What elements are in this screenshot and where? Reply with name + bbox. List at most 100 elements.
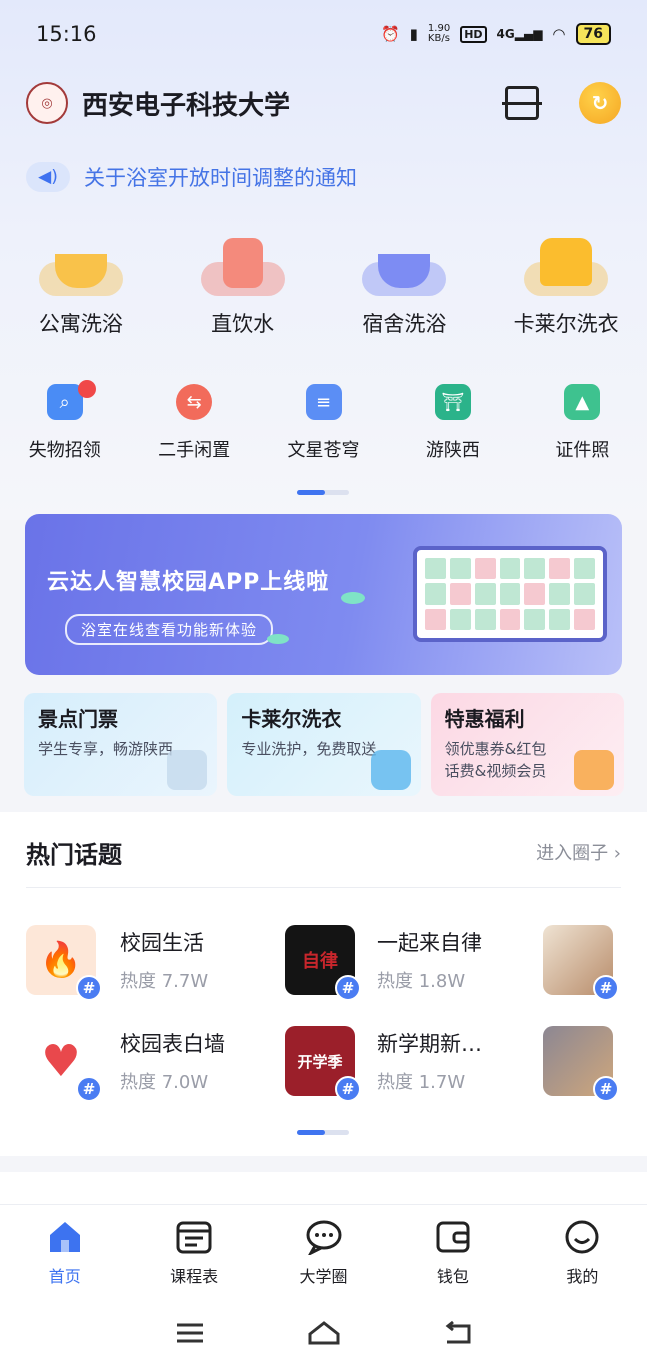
hashtag-icon: # xyxy=(76,975,102,1001)
battery-indicator: 76 xyxy=(575,23,611,45)
system-navigation-bar xyxy=(0,1294,647,1371)
banner-illustration xyxy=(413,546,607,642)
vibrate-icon: ▮ xyxy=(409,25,418,43)
service-drinking-water[interactable]: 直饮水 xyxy=(162,232,324,342)
service-wenxing[interactable]: ≡ 文星苍穹 xyxy=(259,384,388,474)
promo-card-laundry[interactable]: 卡莱尔洗衣 专业洗护，免费取送 xyxy=(227,693,421,796)
topics-title: 热门话题 xyxy=(26,840,122,869)
alarm-icon: ⏰ xyxy=(380,25,400,43)
enter-circle-link[interactable]: 进入圈子 › xyxy=(536,839,621,865)
promo-cards: 景点门票 学生专享，畅游陕西 卡莱尔洗衣 专业洗护，免费取送 特惠福利 领优惠券… xyxy=(24,693,624,796)
topic-heat: 热度 1.7W xyxy=(377,1072,466,1093)
secondary-services-grid: ⌕ 失物招领 ⇆ 二手闲置 ≡ 文星苍穹 ⛩ 游陕西 ▲ 证件照 xyxy=(0,380,647,474)
schedule-icon xyxy=(176,1221,212,1254)
tab-home[interactable]: 首页 xyxy=(0,1205,129,1294)
home-nav-icon[interactable] xyxy=(307,1320,341,1346)
topic-item[interactable]: 开学季 # 新学期新… 热度 1.7W xyxy=(285,1026,482,1102)
washing-machine-icon xyxy=(370,750,411,790)
topic-heat: 热度 7.0W xyxy=(120,1072,209,1093)
wallet-icon xyxy=(436,1221,470,1253)
exchange-icon: ⇆ xyxy=(176,384,213,420)
menu-icon[interactable] xyxy=(173,1320,207,1346)
promo-banner[interactable]: 云达人智慧校园APP上线啦 浴室在线查看功能新体验 xyxy=(25,514,622,675)
hd-icon: HD xyxy=(460,25,487,43)
tab-wallet[interactable]: 钱包 xyxy=(388,1205,517,1294)
banner-title: 云达人智慧校园APP上线啦 xyxy=(47,570,330,595)
banner-subtitle: 浴室在线查看功能新体验 xyxy=(65,614,274,645)
school-name[interactable]: 西安电子科技大学 xyxy=(82,85,505,122)
status-bar: 15:16 ⏰ ▮ 1.90 KB/s HD 4G▂▄▆ ◠ 76 xyxy=(0,0,647,68)
service-id-photo[interactable]: ▲ 证件照 xyxy=(518,384,647,474)
page-indicator-active xyxy=(297,1130,325,1135)
bath-icon xyxy=(38,232,123,296)
app-header: ◎ 西安电子科技大学 ↻ xyxy=(26,80,621,126)
promo-card-benefits[interactable]: 特惠福利 领优惠券&红包 话费&视频会员 xyxy=(430,693,624,796)
promo-title: 特惠福利 xyxy=(444,707,525,731)
topic-name: 校园生活 xyxy=(120,931,204,955)
decorative-disc xyxy=(267,634,289,644)
chat-icon xyxy=(306,1220,342,1255)
promo-title: 景点门票 xyxy=(38,707,118,731)
back-icon[interactable] xyxy=(441,1320,475,1346)
service-label: 失物招领 xyxy=(28,440,101,461)
topic-item[interactable]: # xyxy=(543,1026,619,1102)
service-laundry[interactable]: 卡莱尔洗衣 xyxy=(485,232,647,342)
topic-item[interactable]: 自律 # 一起来自律 热度 1.8W xyxy=(285,925,482,1001)
home-icon xyxy=(49,1222,80,1252)
service-label: 公寓洗浴 xyxy=(38,312,123,336)
page-indicator-active xyxy=(297,490,325,495)
hot-topics-section: 热门话题 进入圈子 › 🔥 # 校园生活 热度 7.7W 自律 # 一起来自律 … xyxy=(0,812,647,1156)
scan-icon[interactable] xyxy=(502,86,542,120)
signal-icon: 4G▂▄▆ xyxy=(496,27,543,41)
topic-item[interactable]: ♥ # 校园表白墙 热度 7.0W xyxy=(26,1026,225,1102)
network-speed: 1.90 KB/s xyxy=(427,23,451,44)
tab-profile[interactable]: 我的 xyxy=(518,1205,647,1294)
notice-bar[interactable]: ◀) 关于浴室开放时间调整的通知 xyxy=(26,158,621,196)
service-label: 二手闲置 xyxy=(158,440,231,461)
notification-badge xyxy=(78,380,96,398)
tab-schedule[interactable]: 课程表 xyxy=(129,1205,258,1294)
divider xyxy=(26,887,621,888)
service-label: 直饮水 xyxy=(211,312,275,336)
service-dorm-bath[interactable]: 宿舍洗浴 xyxy=(324,232,486,342)
service-label: 文星苍穹 xyxy=(287,440,360,461)
tab-label: 课程表 xyxy=(170,1267,219,1286)
services-page-indicator xyxy=(297,490,349,495)
topic-name: 一起来自律 xyxy=(377,931,482,955)
topic-item[interactable]: 🔥 # 校园生活 热度 7.7W xyxy=(26,925,208,1001)
coin-icon[interactable]: ↻ xyxy=(579,82,621,124)
university-seal-icon: ◎ xyxy=(26,82,68,124)
hashtag-icon: # xyxy=(335,975,361,1001)
main-services-grid: 公寓洗浴 直饮水 宿舍洗浴 卡莱尔洗衣 xyxy=(0,232,647,342)
service-travel-shaanxi[interactable]: ⛩ 游陕西 xyxy=(388,384,517,474)
photo-icon: ▲ xyxy=(564,384,601,420)
new-semester-thumbnail: 开学季 # xyxy=(285,1026,361,1102)
tab-label: 钱包 xyxy=(436,1267,469,1286)
hashtag-icon: # xyxy=(76,1076,102,1102)
notice-text: 关于浴室开放时间调整的通知 xyxy=(84,166,357,190)
hashtag-icon: # xyxy=(335,1076,361,1102)
topic-item[interactable]: # xyxy=(543,925,619,1001)
flame-thumbnail: 🔥 # xyxy=(26,925,102,1001)
service-apartment-bath[interactable]: 公寓洗浴 xyxy=(0,232,162,342)
promo-card-tickets[interactable]: 景点门票 学生专享，畅游陕西 xyxy=(24,693,218,796)
scroll-icon: ≡ xyxy=(305,384,342,420)
topics-page-indicator xyxy=(297,1130,349,1135)
tab-label: 我的 xyxy=(566,1267,599,1286)
breakfast-thumbnail: # xyxy=(543,925,619,1001)
service-label: 证件照 xyxy=(555,440,610,461)
water-dispenser-icon xyxy=(200,232,285,296)
tab-circle[interactable]: 大学圈 xyxy=(259,1205,388,1294)
service-label: 宿舍洗浴 xyxy=(362,312,447,336)
tab-label: 首页 xyxy=(48,1267,81,1286)
self-discipline-thumbnail: 自律 # xyxy=(285,925,361,1001)
profile-icon xyxy=(565,1220,599,1254)
runner-thumbnail: # xyxy=(543,1026,619,1102)
shirt-icon xyxy=(524,232,609,296)
tab-label: 大学圈 xyxy=(299,1267,348,1286)
service-lost-found[interactable]: ⌕ 失物招领 xyxy=(0,380,129,474)
topics-header: 热门话题 进入圈子 › xyxy=(26,832,621,872)
pagoda-icon xyxy=(167,750,208,790)
service-label: 卡莱尔洗衣 xyxy=(513,312,619,336)
service-second-hand[interactable]: ⇆ 二手闲置 xyxy=(129,384,258,474)
